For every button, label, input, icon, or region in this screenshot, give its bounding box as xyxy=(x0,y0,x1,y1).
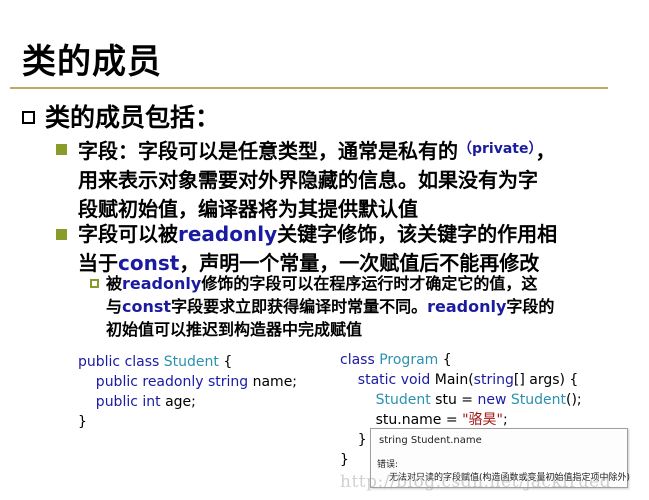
sub-line2-pre: 与 xyxy=(106,297,123,316)
readonly-keyword: readonly xyxy=(178,222,278,246)
const-keyword: const xyxy=(122,297,172,316)
sub-pre: 被 xyxy=(106,274,123,293)
field-a-line3: 段赋初始值，编译器将为其提供默认值 xyxy=(78,197,418,221)
sub-bullet-readonly-detail: 被readonly修饰的字段可以在程序运行时才确定它的值，这 与const字段要… xyxy=(90,272,620,341)
code-line: static void Main(string[] args) { xyxy=(340,372,579,388)
bullet-field-definition: 字段：字段可以是任意类型，通常是私有的（private）， 用来表示对象需要对外… xyxy=(56,135,608,224)
bullet1-text: 类的成员包括： xyxy=(45,103,221,132)
page-title: 类的成员 xyxy=(22,42,162,82)
bullet-level1: 类的成员包括： xyxy=(22,98,220,134)
readonly-keyword: readonly xyxy=(122,274,202,293)
filled-square-bullet-icon xyxy=(56,144,67,155)
field-a-comma: ， xyxy=(535,139,556,163)
hollow-square-bullet-icon xyxy=(22,110,35,124)
field-a-line2: 用来表示对象需要对外界隐藏的信息。如果没有为字 xyxy=(78,168,538,192)
readonly-keyword: readonly xyxy=(427,297,507,316)
code-line: public int age; xyxy=(78,394,196,410)
field-a-text: 字段：字段可以是任意类型，通常是私有的 xyxy=(78,139,458,163)
hollow-square-sub-bullet-icon xyxy=(90,279,99,288)
code-student-class: public class Student { public readonly s… xyxy=(78,352,297,432)
code-line: } xyxy=(78,414,87,430)
code-line: Student stu = new Student(); xyxy=(340,392,582,408)
private-keyword: （private） xyxy=(458,141,536,157)
code-line: public class Student { xyxy=(78,354,233,370)
sub-mid1: 修饰的字段可以在程序运行时才确定它的值，这 xyxy=(201,274,538,293)
field-b-pre: 字段可以被 xyxy=(78,222,178,246)
code-line: class Program { xyxy=(340,352,452,368)
filled-square-bullet-icon xyxy=(56,229,67,240)
tooltip-error-label: 错误: xyxy=(377,460,399,470)
sub-line3: 初始值可以推迟到构造器中完成赋值 xyxy=(106,320,363,339)
code-line: public readonly string name; xyxy=(78,374,298,390)
watermark: http://blog.csdn.net/jackfrued xyxy=(340,472,612,492)
code-line: stu.name = "骆昊"; xyxy=(340,412,508,430)
title-divider xyxy=(10,87,608,89)
tooltip-signature: string Student.name xyxy=(379,435,482,446)
bullet-readonly: 字段可以被readonly关键字修饰，该关键字的作用相 当于const，声明一个… xyxy=(56,220,608,278)
field-b-post: 关键字修饰，该关键字的作用相 xyxy=(277,222,558,246)
sub-post: 字段的 xyxy=(506,297,555,316)
sub-mid2: 字段要求立即获得编译时常量不同。 xyxy=(171,297,428,316)
